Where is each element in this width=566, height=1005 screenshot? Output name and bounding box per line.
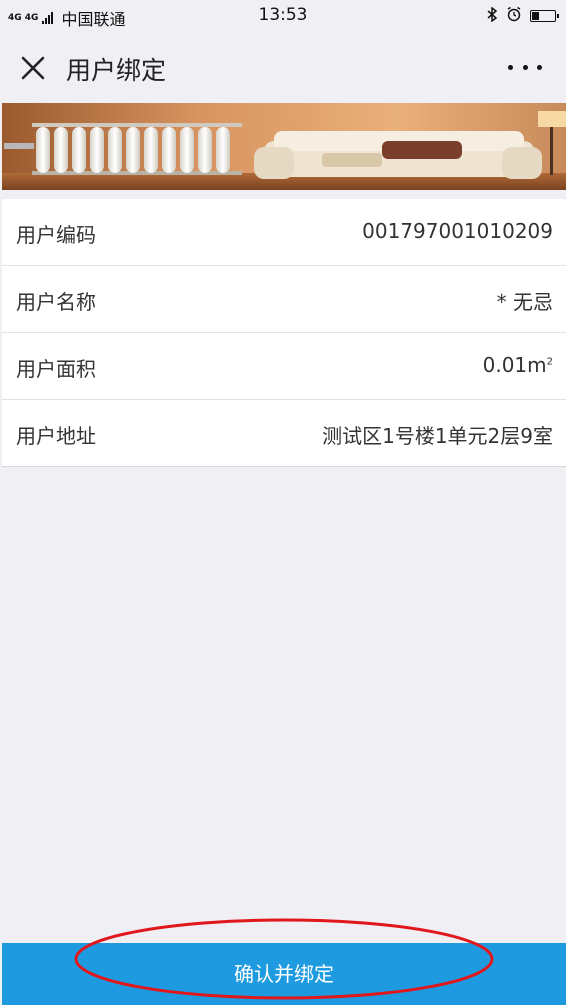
more-dots-icon[interactable] bbox=[508, 62, 542, 72]
room-radiator-banner bbox=[2, 103, 566, 190]
user-code-value: 001797001010209 bbox=[362, 219, 553, 243]
user-binding-page: 4G 4G 中国联通 13:53 用户绑定 用户编码 0017970010102… bbox=[0, 0, 566, 1005]
status-bar: 4G 4G 中国联通 13:53 bbox=[0, 0, 566, 32]
user-code-label: 用户编码 bbox=[16, 223, 96, 247]
bluetooth-icon bbox=[486, 6, 498, 26]
user-name-label: 用户名称 bbox=[16, 290, 96, 314]
close-icon[interactable] bbox=[18, 53, 48, 83]
battery-level-fill bbox=[532, 12, 539, 20]
battery-icon bbox=[530, 10, 559, 22]
row-user-code: 用户编码 001797001010209 bbox=[2, 199, 566, 266]
user-area-unit: m bbox=[527, 353, 547, 377]
row-user-area: 用户面积 0.01m2 bbox=[2, 333, 566, 400]
status-right bbox=[486, 6, 559, 26]
user-area-value: 0.01 bbox=[482, 353, 528, 377]
row-user-name: 用户名称 * 无忌 bbox=[2, 266, 566, 333]
user-area-label: 用户面积 bbox=[16, 357, 96, 381]
user-area-unit-superscript: 2 bbox=[546, 356, 553, 368]
user-address-label: 用户地址 bbox=[16, 424, 96, 448]
banner-image bbox=[2, 103, 566, 190]
user-area-value-group: 0.01m2 bbox=[483, 353, 553, 377]
confirm-bind-button[interactable]: 确认并绑定 bbox=[2, 943, 566, 1005]
user-info-list: 用户编码 001797001010209 用户名称 * 无忌 用户面积 0.01… bbox=[2, 199, 566, 467]
alarm-clock-icon bbox=[506, 6, 522, 26]
status-time: 13:53 bbox=[258, 5, 308, 25]
nav-bar: 用户绑定 bbox=[0, 32, 566, 103]
page-title: 用户绑定 bbox=[66, 56, 167, 85]
user-address-value: 测试区1号楼1单元2层9室 bbox=[322, 424, 553, 448]
row-user-address: 用户地址 测试区1号楼1单元2层9室 bbox=[2, 400, 566, 467]
user-name-value: * 无忌 bbox=[496, 290, 553, 314]
